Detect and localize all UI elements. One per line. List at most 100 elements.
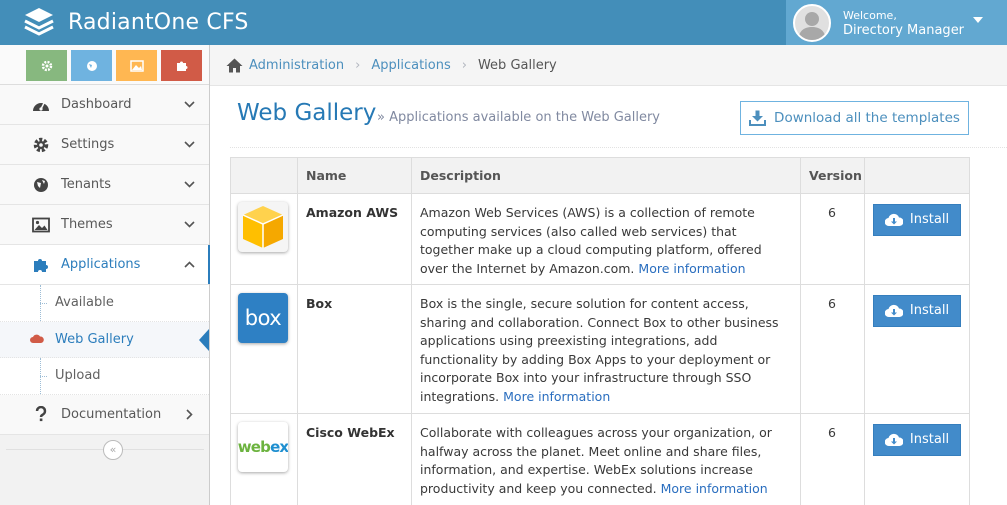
breadcrumb-administration[interactable]: Administration — [249, 58, 344, 73]
sidebar-item-themes[interactable]: Themes — [0, 205, 209, 245]
cog-icon — [32, 136, 50, 154]
user-menu[interactable]: Welcome, Directory Manager — [786, 0, 1007, 45]
puzzle-icon — [176, 61, 187, 71]
column-header-actions — [864, 157, 970, 194]
table-row: box Box Box is the single, secure soluti… — [230, 284, 970, 414]
sidebar-item-label: Documentation — [61, 406, 162, 422]
sidebar-item-label: Tenants — [61, 177, 112, 192]
sidebar-subitem-label: Upload — [55, 368, 101, 384]
user-name: Directory Manager — [843, 22, 965, 38]
sidebar-item-label: Themes — [61, 217, 113, 232]
sidebar-subitem-web-gallery[interactable]: Web Gallery — [0, 321, 209, 358]
sidebar-item-documentation[interactable]: Documentation — [0, 394, 209, 435]
app-name: Amazon AWS — [306, 205, 399, 220]
description-cell: Box is the single, secure solution for c… — [411, 284, 801, 414]
app-name: Cisco WebEx — [306, 425, 395, 440]
user-info: Welcome, Directory Manager — [843, 8, 964, 38]
action-cell: Install — [864, 284, 970, 414]
sidebar-subitem-label: Available — [55, 295, 114, 311]
column-header-version[interactable]: Version — [800, 157, 865, 194]
download-icon — [749, 110, 767, 126]
column-header-logo — [230, 157, 298, 194]
globe-icon — [86, 60, 97, 71]
breadcrumb: Administration › Applications › Web Gall… — [210, 45, 1007, 86]
page-header: Web Gallery » Applications available on … — [230, 86, 1007, 148]
chevron-down-icon — [184, 141, 195, 148]
action-cell: Install — [864, 193, 970, 285]
version-cell: 6 — [800, 284, 865, 414]
table-header-row: Name Description Version — [230, 157, 970, 194]
picture-icon — [32, 216, 50, 234]
breadcrumb-current: Web Gallery — [477, 57, 557, 73]
breadcrumb-applications[interactable]: Applications — [371, 58, 450, 73]
more-information-link[interactable]: More information — [638, 261, 745, 276]
sidebar-subitem-label: Web Gallery — [55, 331, 134, 347]
app-title: RadiantOne CFS — [68, 10, 249, 35]
caret-down-icon[interactable] — [973, 17, 983, 23]
shortcut-puzzle-button[interactable] — [161, 50, 202, 81]
shortcuts-bar — [0, 45, 209, 85]
sidebar-item-settings[interactable]: Settings — [0, 125, 209, 165]
logo-cell: webex — [230, 413, 298, 505]
tree-dot — [40, 376, 47, 377]
amazon-aws-logo-icon — [238, 202, 288, 252]
cloud-download-icon — [884, 433, 903, 447]
install-button[interactable]: Install — [873, 424, 961, 456]
install-label: Install — [909, 211, 950, 227]
layers-logo-icon — [24, 7, 54, 36]
page-subtitle: » Applications available on the Web Gall… — [377, 110, 661, 125]
sidebar-item-label: Dashboard — [61, 97, 132, 112]
sidebar-item-dashboard[interactable]: Dashboard — [0, 85, 209, 125]
logo-cell — [230, 193, 298, 285]
more-information-link[interactable]: More information — [661, 481, 768, 496]
breadcrumb-separator-icon: › — [355, 57, 361, 73]
app-name-cell: Box — [297, 284, 412, 414]
table-row: webex Cisco WebEx Collaborate with colle… — [230, 413, 970, 505]
top-navbar: RadiantOne CFS Welcome, Directory Manage… — [0, 0, 1007, 45]
more-information-link[interactable]: More information — [503, 389, 610, 404]
description-cell: Collaborate with colleagues across your … — [411, 413, 801, 505]
picture-icon — [129, 59, 144, 72]
breadcrumb-separator-icon: › — [461, 57, 467, 73]
version-cell: 6 — [800, 413, 865, 505]
install-label: Install — [909, 302, 950, 318]
globe-icon — [32, 176, 50, 194]
install-button[interactable]: Install — [873, 204, 961, 236]
question-icon — [32, 405, 50, 423]
column-header-description[interactable]: Description — [411, 157, 801, 194]
app-name-cell: Cisco WebEx — [297, 413, 412, 505]
web-gallery-table: Name Description Version Amazon AWS Amaz… — [230, 157, 970, 505]
sidebar-item-tenants[interactable]: Tenants — [0, 165, 209, 205]
puzzle-icon — [32, 256, 50, 274]
chevron-up-icon — [184, 261, 195, 268]
logo-cell: box — [230, 284, 298, 414]
shortcut-picture-button[interactable] — [116, 50, 157, 81]
shortcut-globe-button[interactable] — [71, 50, 112, 81]
webex-logo-icon: webex — [238, 422, 288, 472]
tree-dot — [40, 303, 47, 304]
sidebar-subitem-available[interactable]: Available — [0, 285, 209, 322]
app-description: Box is the single, secure solution for c… — [420, 296, 779, 404]
install-button[interactable]: Install — [873, 295, 961, 327]
sidebar: Dashboard Settings Tenants Themes Applic… — [0, 45, 210, 505]
shortcut-settings-button[interactable] — [26, 50, 67, 81]
table-row: Amazon AWS Amazon Web Services (AWS) is … — [230, 193, 970, 285]
brand[interactable]: RadiantOne CFS — [22, 6, 249, 39]
download-templates-button[interactable]: Download all the templates — [740, 101, 969, 135]
chevron-down-icon — [184, 221, 195, 228]
sidebar-subitem-upload[interactable]: Upload — [0, 358, 209, 395]
box-logo-icon: box — [238, 293, 288, 343]
cog-icon — [41, 60, 52, 71]
chevron-down-icon — [184, 181, 195, 188]
page-title: Web Gallery — [237, 100, 377, 126]
dashboard-icon — [32, 96, 50, 114]
double-chevron-left-icon[interactable]: « — [103, 440, 123, 460]
chevron-down-icon — [184, 101, 195, 108]
active-indicator — [208, 245, 210, 284]
cloud-download-icon — [884, 304, 903, 318]
user-welcome: Welcome, — [843, 8, 897, 22]
home-icon[interactable] — [226, 58, 243, 73]
column-header-name[interactable]: Name — [297, 157, 412, 194]
download-templates-label: Download all the templates — [774, 110, 960, 126]
sidebar-item-applications[interactable]: Applications — [0, 245, 210, 285]
